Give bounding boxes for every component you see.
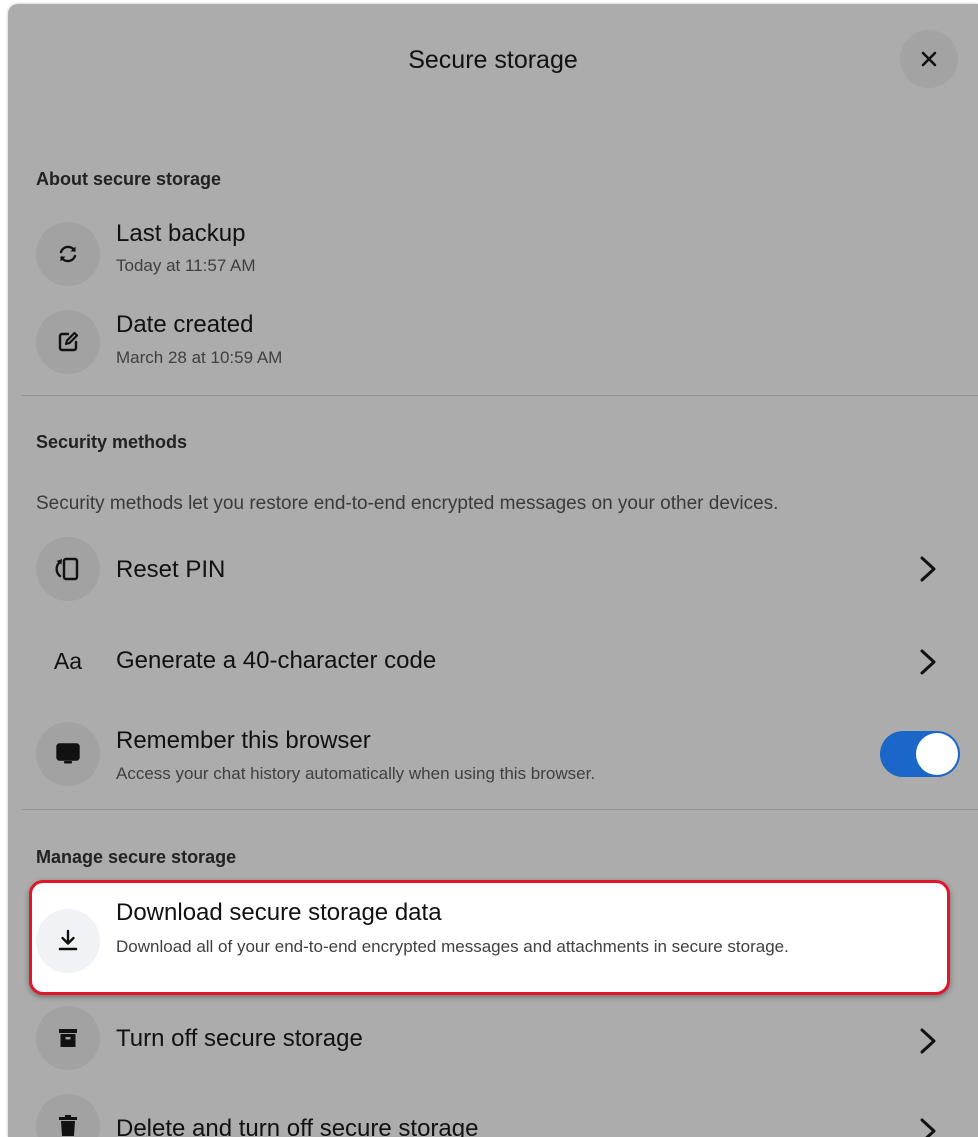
- last-backup-time: Today at 11:57 AM: [116, 256, 256, 275]
- archive-icon-wrap: [36, 1006, 100, 1070]
- manage-section-heading: Manage secure storage: [36, 847, 237, 867]
- chevron-right-icon: [920, 1028, 936, 1054]
- dialog-header: Secure storage: [8, 4, 978, 116]
- chevron-right-icon: [920, 556, 936, 582]
- delete-turn-off-title: Delete and turn off secure storage: [116, 1115, 479, 1137]
- security-description: Security methods let you restore end-to-…: [36, 493, 779, 514]
- reset-pin-title: Reset PIN: [116, 556, 226, 583]
- section-divider: [22, 809, 978, 810]
- download-data-row[interactable]: Download secure storage data Download al…: [29, 880, 950, 995]
- date-created-time: March 28 at 10:59 AM: [116, 348, 283, 367]
- monitor-icon-wrap: [36, 722, 100, 786]
- turn-off-title: Turn off secure storage: [116, 1025, 363, 1052]
- section-divider: [22, 395, 978, 396]
- secure-storage-dialog: Secure storage About secure storage Last…: [8, 4, 978, 1137]
- dialog-title: Secure storage: [408, 46, 578, 74]
- archive-icon: [59, 1029, 77, 1047]
- phone-reset-icon: [55, 557, 79, 581]
- trash-icon-wrap: [36, 1094, 100, 1137]
- sync-icon: [59, 245, 77, 263]
- monitor-icon: [56, 743, 80, 764]
- remember-browser-title: Remember this browser: [116, 727, 371, 754]
- about-section-heading: About secure storage: [36, 169, 222, 189]
- phone-reset-icon-wrap: [36, 537, 100, 601]
- sync-icon-wrap: [36, 222, 100, 286]
- download-data-title: Download secure storage data: [116, 899, 442, 926]
- download-icon: [58, 929, 78, 951]
- remember-browser-toggle[interactable]: [880, 731, 960, 777]
- generate-code-title: Generate a 40-character code: [116, 647, 437, 674]
- download-data-subtitle: Download all of your end-to-end encrypte…: [116, 937, 789, 956]
- date-created-title: Date created: [116, 311, 254, 338]
- close-button[interactable]: [900, 30, 958, 88]
- security-section-heading: Security methods: [36, 432, 188, 452]
- chevron-right-icon: [920, 1118, 936, 1137]
- toggle-knob: [916, 733, 958, 775]
- edit-icon-wrap: [36, 310, 100, 374]
- close-icon: [921, 51, 937, 67]
- chevron-right-icon: [920, 649, 936, 675]
- edit-icon: [58, 331, 79, 352]
- trash-icon: [59, 1115, 77, 1136]
- remember-browser-subtitle: Access your chat history automatically w…: [116, 764, 596, 783]
- last-backup-title: Last backup: [116, 220, 246, 247]
- text-code-icon: Aa: [53, 647, 83, 674]
- download-icon-wrap: [36, 909, 100, 973]
